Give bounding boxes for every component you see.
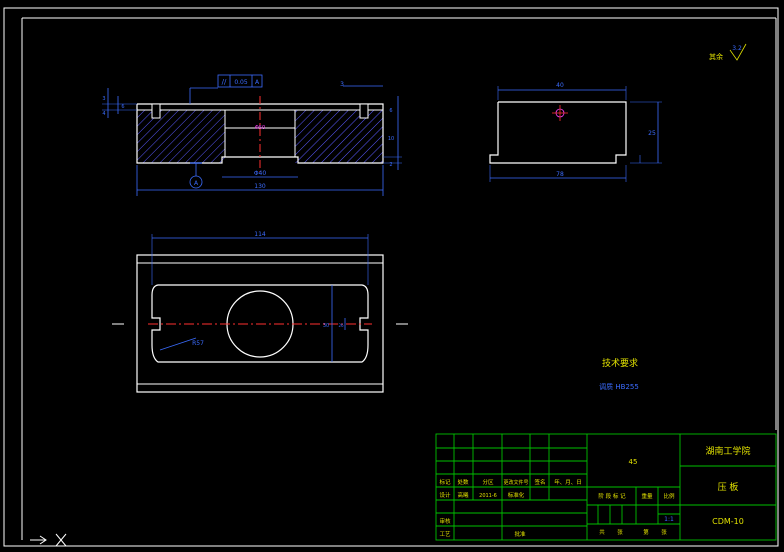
roughness-label: 其余 — [709, 52, 723, 61]
tb-header-zone: 分区 — [482, 478, 494, 486]
bore-label: Φ50 — [255, 125, 265, 131]
tb-designer: 高曦 — [457, 491, 469, 499]
tolerance-value: 0.05 — [234, 79, 248, 86]
tech-requirements-title: 技术要求 — [602, 357, 638, 369]
tb-scale-label: 比例 — [663, 492, 675, 500]
parallelism-symbol: // — [222, 78, 227, 86]
inner-height-dim: 30 — [323, 323, 329, 329]
tb-school: 湖南工学院 — [705, 445, 750, 457]
tb-design-label: 设计 — [439, 491, 451, 499]
drawing-canvas[interactable]: 130 Φ40 Φ50 // 0.05 A A 3 3 4 6 6 10 2 4… — [0, 0, 784, 552]
right-dim-2: 10 — [388, 136, 394, 142]
tb-standard-label: 标准化 — [508, 491, 525, 499]
tb-scale: 1:1 — [664, 516, 674, 523]
roughness-value: 3.2 — [732, 45, 742, 52]
tb-approve: 批准 — [514, 530, 526, 538]
tb-header-change: 更改文件号 — [503, 479, 528, 486]
side-top-width-dim: 40 — [556, 82, 564, 89]
tb-sheet-unit-2: 张 — [661, 528, 667, 536]
top-small-dim: 3 — [340, 81, 344, 88]
left-dim-2: 4 — [102, 111, 105, 117]
tb-sheet-unit-1: 张 — [617, 528, 623, 536]
tb-part-name: 压 板 — [718, 481, 739, 493]
tb-stage-label: 阶 段 标 记 — [598, 492, 626, 500]
tb-header-sign: 签名 — [534, 478, 545, 486]
left-dim-1: 3 — [102, 96, 105, 102]
tb-craft: 工艺 — [439, 531, 451, 538]
tb-header-count: 处数 — [457, 478, 469, 486]
left-dim-3: 6 — [121, 104, 124, 110]
top-length-dim: 114 — [254, 231, 266, 238]
tb-sheet-total: 共 — [599, 528, 605, 536]
cad-viewport[interactable]: 130 Φ40 Φ50 // 0.05 A A 3 3 4 6 6 10 2 4… — [0, 0, 784, 552]
tb-header-date: 年、月、日 — [554, 478, 582, 486]
side-height-small-dim: 26 — [338, 323, 344, 328]
side-height-dim: 25 — [648, 130, 656, 137]
tb-design-date: 2011-6 — [479, 493, 497, 499]
bore-diameter-dim: Φ40 — [254, 170, 267, 177]
radius-dim: R57 — [192, 340, 204, 347]
right-dim-3: 2 — [389, 162, 392, 168]
tb-header-mark: 标记 — [439, 478, 451, 486]
tb-sheet-number: 第 — [643, 528, 649, 536]
tb-review: 审核 — [439, 517, 451, 525]
tb-weight-label: 重量 — [641, 492, 653, 500]
right-dim-1: 6 — [389, 108, 392, 114]
side-bottom-width-dim: 78 — [556, 171, 564, 178]
tech-requirements-note: 调质 HB255 — [599, 382, 639, 391]
tb-drawing-no: CDM-10 — [712, 517, 744, 526]
overall-width-dim: 130 — [254, 183, 266, 190]
tb-material: 45 — [629, 458, 638, 466]
